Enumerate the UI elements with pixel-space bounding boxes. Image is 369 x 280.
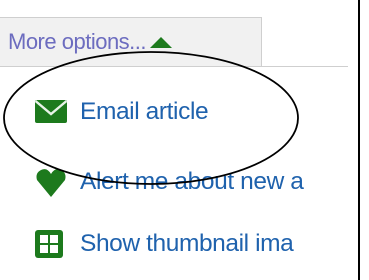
alert-me-link[interactable]: Alert me about new a <box>34 162 304 202</box>
show-thumbnail-label: Show thumbnail ima <box>80 230 294 257</box>
triangle-up-icon <box>150 36 173 48</box>
options-panel: More options... Email article Alert me a… <box>0 0 359 280</box>
show-thumbnail-link[interactable]: Show thumbnail ima <box>34 224 294 264</box>
email-article-link[interactable]: Email article <box>34 92 209 132</box>
email-article-label: Email article <box>80 98 209 125</box>
alert-me-label: Alert me about new a <box>80 168 304 195</box>
toolbar-divider <box>262 66 348 67</box>
alert-heart-icon <box>34 167 68 197</box>
more-options-label: More options... <box>8 29 147 54</box>
thumbnail-grid-icon <box>34 229 68 259</box>
envelope-icon <box>34 97 68 127</box>
more-options-button[interactable]: More options... <box>0 17 262 67</box>
panel-edge-border <box>358 0 360 280</box>
